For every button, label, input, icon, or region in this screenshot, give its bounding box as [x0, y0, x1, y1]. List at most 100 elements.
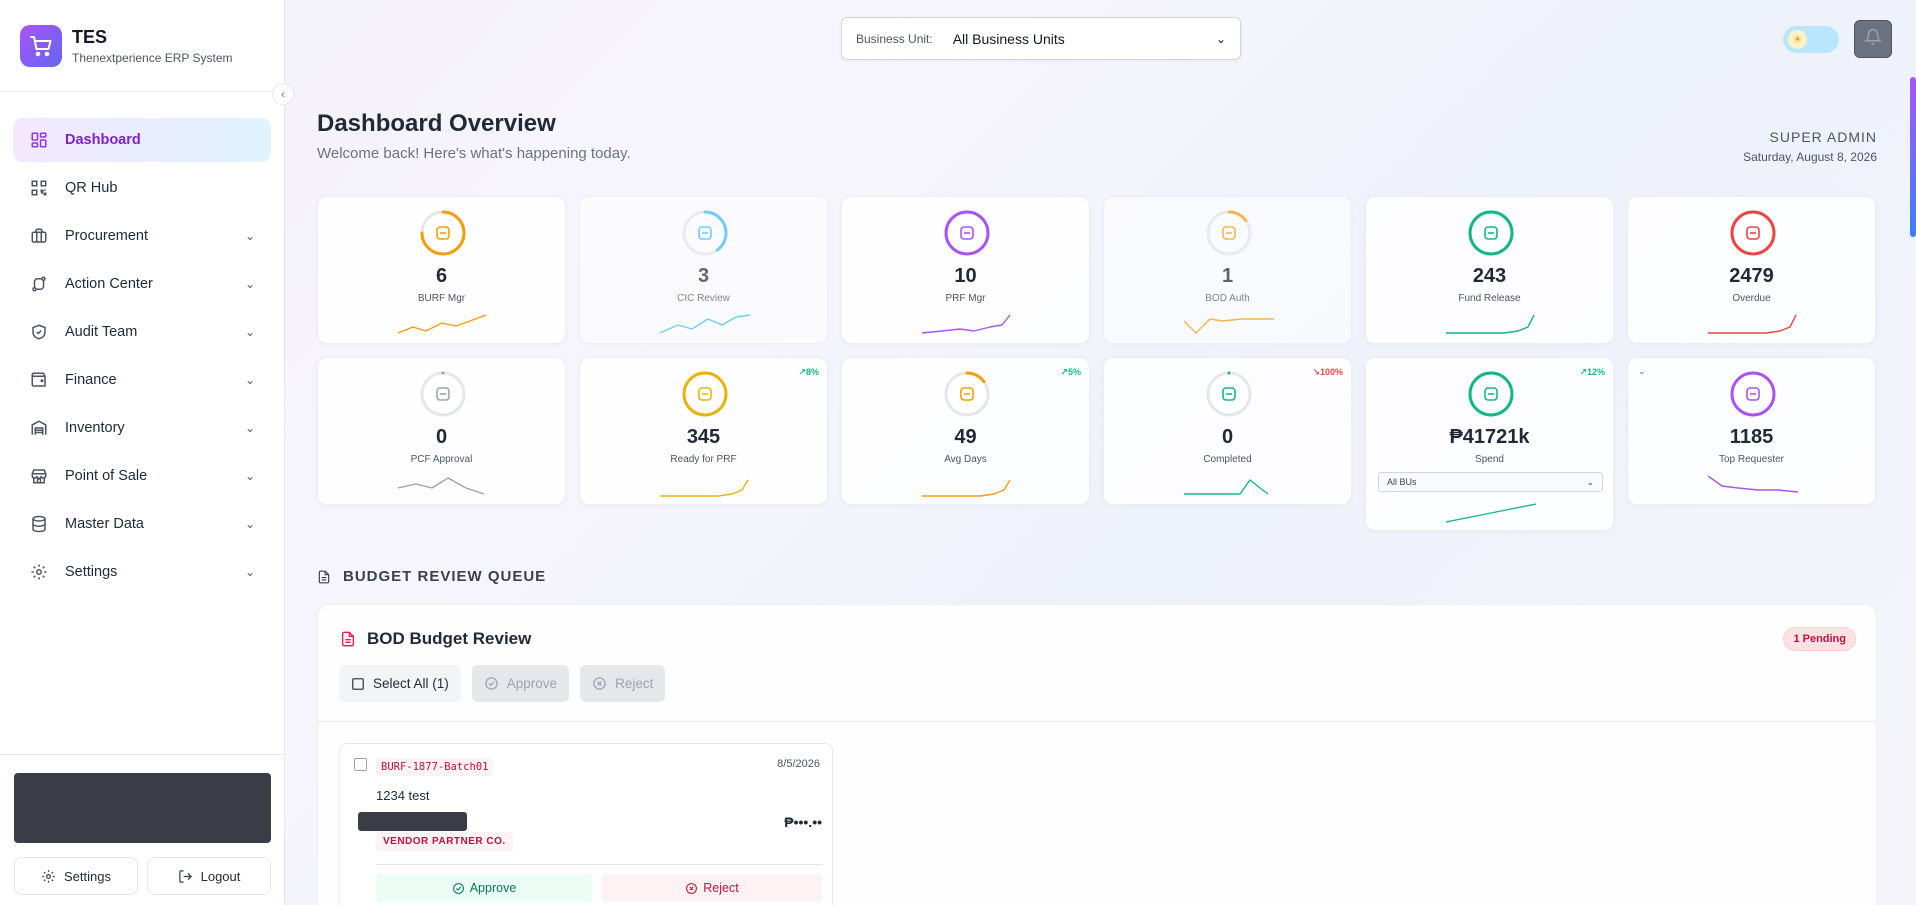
item-reject-label: Reject	[703, 881, 739, 895]
sun-icon: ☀	[1788, 30, 1807, 49]
gear-icon	[41, 869, 56, 884]
bell-icon	[1863, 28, 1883, 51]
sparkline	[1708, 314, 1797, 334]
sparkline	[660, 479, 749, 497]
sparkline	[1708, 475, 1798, 493]
stat-label: PCF Approval	[410, 454, 473, 465]
sparkline	[1184, 479, 1269, 495]
item-checkbox[interactable]	[354, 758, 367, 771]
brand[interactable]: TES Thenextperience ERP System	[0, 0, 284, 92]
stat-card-cic-review[interactable]: 3 CIC Review	[579, 196, 828, 344]
database-icon	[29, 514, 49, 534]
stat-card-overdue[interactable]: 2479 Overdue	[1627, 196, 1876, 344]
sidebar-item-label: Settings	[65, 564, 118, 580]
stat-label: Spend	[1475, 454, 1504, 465]
sidebar-item-master-data[interactable]: Master Data ⌄	[13, 502, 271, 546]
sidebar-item-dashboard[interactable]: Dashboard	[13, 118, 271, 162]
queue-section-label: BUDGET REVIEW QUEUE	[343, 568, 547, 585]
chevron-down-icon: ⌄	[244, 325, 255, 339]
stat-card-avg-days[interactable]: 49 Avg Days ↗5%	[841, 357, 1090, 505]
document-icon	[317, 569, 331, 585]
stat-card-ready-for-prf[interactable]: 345 Ready for PRF ↗8%	[579, 357, 828, 505]
stat-card-burf-mgr[interactable]: 6 BURF Mgr	[317, 196, 566, 344]
select-all-label: Select All (1)	[373, 676, 449, 691]
sparkline	[1446, 314, 1535, 334]
stat-card-fund-release[interactable]: 243 Fund Release	[1365, 196, 1614, 344]
notifications-button[interactable]	[1854, 20, 1892, 58]
stat-card-top-requester[interactable]: 1185 Top Requester ⌄	[1627, 357, 1876, 505]
theme-toggle[interactable]: ☀	[1783, 26, 1839, 53]
briefcase-icon	[29, 226, 49, 246]
sidebar-item-qr-hub[interactable]: QR Hub	[13, 166, 271, 210]
sidebar-item-label: Master Data	[65, 516, 144, 532]
stat-value: 243	[1472, 265, 1507, 287]
stat-card-pcf-approval[interactable]: 0 PCF Approval	[317, 357, 566, 505]
settings-button-label: Settings	[64, 868, 111, 884]
sparkline	[1446, 503, 1536, 523]
redacted-field	[358, 812, 467, 831]
item-approve-button[interactable]: Approve	[376, 874, 592, 902]
stat-card-prf-mgr[interactable]: 10 PRF Mgr	[841, 196, 1090, 344]
progress-ring	[1468, 371, 1514, 417]
logout-button[interactable]: Logout	[147, 857, 271, 895]
bulk-toolbar: Select All (1) Approve Reject	[339, 665, 666, 702]
spend-bu-select[interactable]: All BUs ⌄	[1378, 472, 1603, 492]
qr-icon	[29, 178, 49, 198]
sparkline	[922, 479, 1011, 497]
vendor-tag: VENDOR PARTNER CO.	[376, 832, 513, 851]
sidebar-item-label: Action Center	[65, 276, 153, 292]
brand-title: TES	[72, 26, 108, 47]
bulk-reject-button[interactable]: Reject	[580, 665, 666, 702]
stat-card-completed[interactable]: 0 Completed ↘100%	[1103, 357, 1352, 505]
document-icon	[340, 630, 356, 648]
shield-icon	[29, 322, 49, 342]
wallet-icon	[29, 370, 49, 390]
settings-button[interactable]: Settings	[14, 857, 138, 895]
stat-value: 0	[435, 426, 448, 448]
collapse-sidebar-button[interactable]: ‹	[272, 83, 294, 105]
stat-card-spend[interactable]: ₱41721k Spend ↗12% All BUs ⌄	[1365, 357, 1614, 531]
check-circle-icon	[452, 882, 465, 895]
stat-value: 345	[686, 426, 721, 448]
sparkline	[660, 314, 750, 334]
warehouse-icon	[29, 418, 49, 438]
sidebar-item-action-center[interactable]: Action Center ⌄	[13, 262, 271, 306]
sparkline	[398, 477, 485, 495]
scrollbar[interactable]	[1910, 77, 1916, 237]
stat-label: BURF Mgr	[417, 293, 466, 304]
sidebar-item-procurement[interactable]: Procurement ⌄	[13, 214, 271, 258]
sidebar-item-settings[interactable]: Settings ⌄	[13, 550, 271, 594]
item-reject-button[interactable]: Reject	[602, 874, 822, 902]
stat-value: 1	[1221, 265, 1234, 287]
stat-card-bod-auth[interactable]: 1 BOD Auth	[1103, 196, 1352, 344]
item-reference[interactable]: BURF-1877-Batch01	[376, 758, 494, 776]
progress-ring	[420, 371, 466, 417]
chevron-down-icon: ⌄	[244, 469, 255, 483]
chevron-left-icon: ‹	[281, 87, 285, 101]
progress-ring	[944, 371, 990, 417]
stat-value: 3	[697, 265, 710, 287]
business-unit-value: All Business Units	[952, 30, 1065, 47]
check-circle-icon	[484, 676, 499, 691]
spend-bu-select-value: All BUs	[1387, 477, 1417, 487]
item-amount: ₱•••.••	[784, 814, 822, 830]
sidebar-item-inventory[interactable]: Inventory ⌄	[13, 406, 271, 450]
sidebar-item-label: QR Hub	[65, 180, 118, 196]
user-profile-redacted[interactable]	[14, 773, 271, 843]
business-unit-select[interactable]: Business Unit: All Business Units ⌄	[841, 17, 1241, 60]
stat-label: BOD Auth	[1205, 293, 1250, 304]
page-subtitle: Welcome back! Here's what's happening to…	[317, 145, 631, 162]
user-role: SUPER ADMIN	[1769, 129, 1877, 145]
select-all-button[interactable]: Select All (1)	[339, 665, 461, 702]
trend-badge: ↗5%	[1060, 367, 1081, 377]
trend-badge: ↗12%	[1579, 367, 1605, 377]
gear-icon	[29, 562, 49, 582]
sidebar-item-audit-team[interactable]: Audit Team ⌄	[13, 310, 271, 354]
pending-badge: 1 Pending	[1783, 627, 1856, 651]
sidebar-item-finance[interactable]: Finance ⌄	[13, 358, 271, 402]
sidebar: TES Thenextperience ERP System Dashboard…	[0, 0, 285, 905]
bulk-approve-button[interactable]: Approve	[471, 665, 570, 702]
bod-budget-review-panel: BOD Budget Review 1 Pending Select All (…	[317, 604, 1877, 905]
sidebar-item-point-of-sale[interactable]: Point of Sale ⌄	[13, 454, 271, 498]
chevron-down-icon[interactable]: ⌄	[1638, 366, 1646, 377]
